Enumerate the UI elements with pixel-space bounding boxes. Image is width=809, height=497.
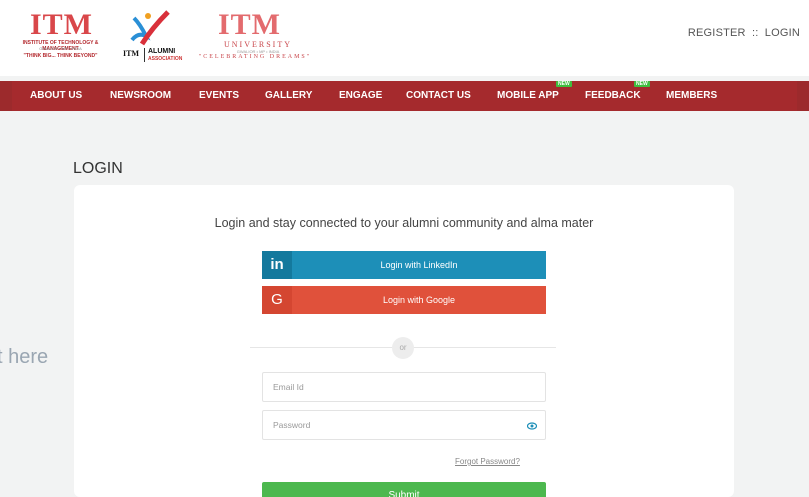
- nav-item-events[interactable]: EVENTS: [199, 81, 239, 111]
- login-with-google-button[interactable]: G Login with Google: [262, 286, 546, 314]
- nav-item-feedback[interactable]: FEEDBACK: [585, 81, 641, 111]
- google-icon: G: [262, 286, 292, 314]
- login-tagline: Login and stay connected to your alumni …: [214, 216, 594, 230]
- alumni-logo-text: ALUMNI ASSOCIATION: [144, 48, 183, 62]
- alumni-logo-line1: ALUMNI: [148, 48, 176, 55]
- login-with-linkedin-button[interactable]: in Login with LinkedIn: [262, 251, 546, 279]
- nav-item-mobile-app[interactable]: MOBILE APP: [497, 81, 559, 111]
- submit-button[interactable]: Submit: [262, 482, 546, 497]
- alumni-swoosh-icon: [130, 10, 170, 46]
- nav-item-gallery[interactable]: GALLERY: [265, 81, 312, 111]
- feedback-new-badge: NEW: [634, 81, 650, 87]
- mobile-app-new-badge: NEW: [556, 81, 572, 87]
- university-logo-subtitle: UNIVERSITY: [224, 40, 292, 49]
- university-logo-tagline: "CELEBRATING DREAMS": [198, 54, 312, 60]
- or-label: or: [392, 337, 414, 359]
- login-link[interactable]: LOGIN: [765, 27, 800, 39]
- itm-university-logo[interactable]: ITM UNIVERSITY GWALIOR • MP • INDIA "CEL…: [190, 10, 320, 66]
- register-link[interactable]: REGISTER: [688, 27, 746, 39]
- site-header: ITM INSTITUTE OF TECHNOLOGY & MANAGEMENT…: [0, 0, 809, 76]
- nav-item-engage[interactable]: ENGAGE: [339, 81, 382, 111]
- nav-item-contact-us[interactable]: CONTACT US: [406, 81, 471, 111]
- itm-logo[interactable]: ITM INSTITUTE OF TECHNOLOGY & MANAGEMENT…: [8, 10, 113, 66]
- google-button-label: Login with Google: [382, 295, 456, 305]
- password-field-wrapper: [262, 410, 546, 440]
- forgot-password-link[interactable]: Forgot Password?: [455, 457, 520, 466]
- password-field[interactable]: [263, 411, 545, 439]
- linkedin-button-label: Login with LinkedIn: [380, 260, 458, 270]
- nav-item-newsroom[interactable]: NEWSROOM: [110, 81, 171, 111]
- overlay-placeholder-text: t here: [0, 346, 49, 368]
- auth-links: REGISTER :: LOGIN: [688, 27, 800, 39]
- auth-separator: ::: [751, 27, 759, 39]
- login-card: Login and stay connected to your alumni …: [74, 185, 734, 497]
- nav-item-members[interactable]: MEMBERS: [666, 81, 717, 111]
- itm-logo-tagline: "THINK BIG... THINK BEYOND": [23, 53, 98, 59]
- alumni-association-logo[interactable]: ITM ALUMNI ASSOCIATION: [118, 10, 183, 66]
- university-logo-wordmark: ITM: [218, 8, 281, 41]
- linkedin-icon: in: [262, 251, 292, 279]
- show-password-eye-icon[interactable]: [527, 421, 537, 431]
- email-field-wrapper: [262, 372, 546, 402]
- nav-item-about-us[interactable]: ABOUT US: [30, 81, 82, 111]
- page-title: LOGIN: [73, 160, 123, 177]
- email-field[interactable]: [263, 373, 545, 401]
- itm-logo-wordmark: ITM: [30, 8, 93, 41]
- main-nav: ABOUT US NEWSROOM EVENTS GALLERY ENGAGE …: [0, 81, 809, 111]
- alumni-logo-itm: ITM: [123, 49, 139, 58]
- itm-logo-location: GWALIOR • MP • INDIA: [39, 46, 82, 51]
- alumni-logo-line2: ASSOCIATION: [148, 56, 183, 62]
